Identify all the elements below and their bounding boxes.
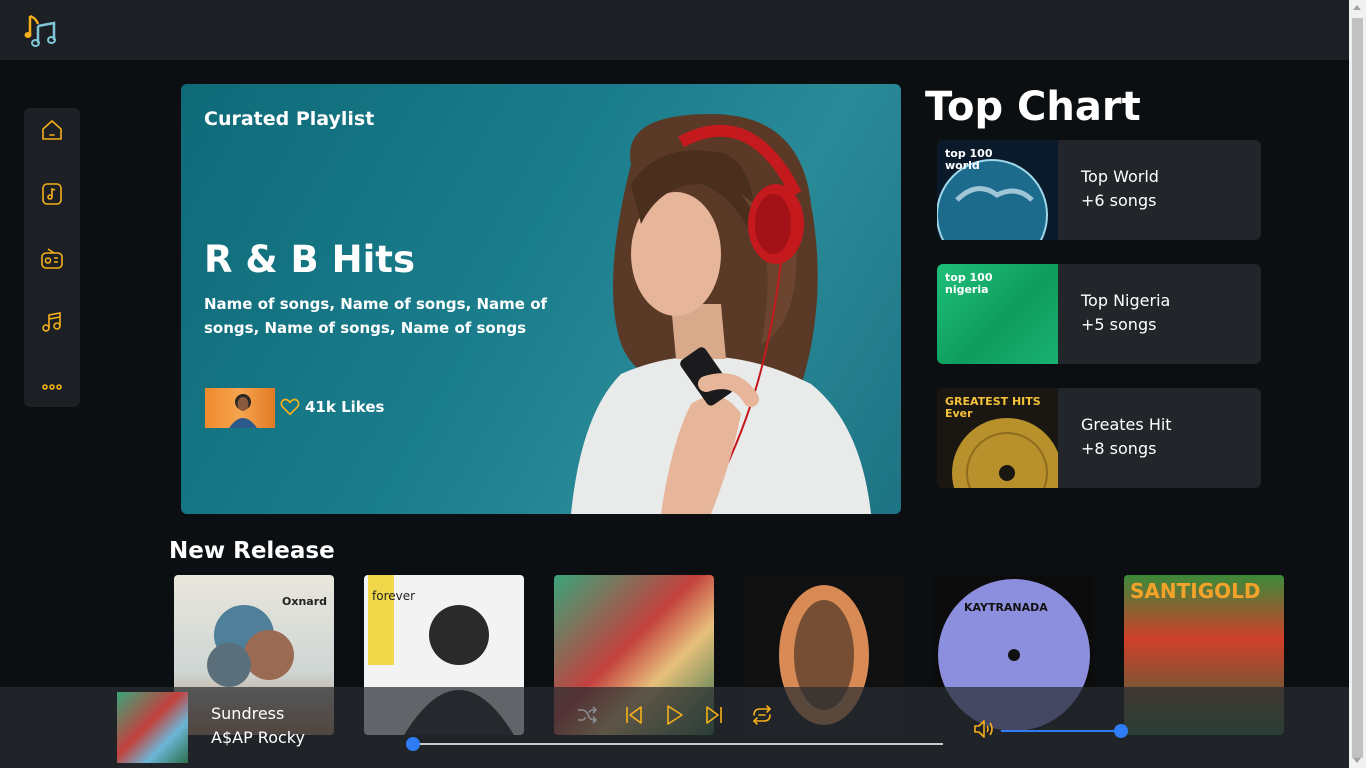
music-file-icon <box>42 183 62 205</box>
track-artist: A$AP Rocky <box>211 728 305 747</box>
progress-handle[interactable] <box>406 737 420 751</box>
scrollbar-thumb[interactable] <box>1352 18 1363 758</box>
shuffle-icon <box>578 706 598 724</box>
hero-title: R & B Hits <box>204 238 415 281</box>
chart-card-greatest-hits[interactable]: GREATEST HITS Ever Greates Hit +8 songs <box>937 388 1261 488</box>
music-player-bar: Sundress A$AP Rocky <box>0 687 1349 768</box>
next-icon <box>706 706 722 724</box>
speaker-icon <box>974 720 993 738</box>
chart-name: Top Nigeria <box>1081 291 1171 310</box>
scroll-up-arrow-icon[interactable] <box>1353 5 1361 10</box>
chart-name: Greates Hit <box>1081 415 1172 434</box>
radio-icon <box>41 248 63 269</box>
hero-person-image <box>571 114 871 514</box>
now-playing-artwork <box>117 692 188 763</box>
album-art-text: Oxnard <box>282 595 327 608</box>
heart-icon <box>280 398 300 416</box>
top-chart-title: Top Chart <box>925 84 1141 130</box>
chart-card-top-world[interactable]: top 100 world Top World +6 songs <box>937 140 1261 240</box>
curated-playlist-hero[interactable]: Curated Playlist R & B Hits Name of song… <box>181 84 901 514</box>
chart-art-top-nigeria: top 100 nigeria <box>937 264 1058 364</box>
sidebar-item-more[interactable] <box>40 375 64 399</box>
sidebar <box>24 108 80 407</box>
play-button[interactable] <box>662 703 686 727</box>
progress-slider[interactable] <box>406 737 943 751</box>
chart-name: Top World <box>1081 167 1159 186</box>
like-button[interactable]: 41k Likes <box>279 396 384 418</box>
music-notes-icon[interactable] <box>24 12 60 48</box>
repeat-button[interactable] <box>750 703 774 727</box>
album-art-text: forever <box>372 589 416 603</box>
sidebar-item-home[interactable] <box>40 118 64 142</box>
play-icon <box>667 705 683 725</box>
more-dots-icon <box>42 384 62 390</box>
volume-button[interactable] <box>972 717 996 741</box>
scroll-down-arrow-icon[interactable] <box>1353 758 1361 763</box>
chart-song-count: +8 songs <box>1081 439 1157 458</box>
chart-art-caption: top 100 nigeria <box>945 271 993 296</box>
chart-card-top-nigeria[interactable]: top 100 nigeria Top Nigeria +5 songs <box>937 264 1261 364</box>
music-note-icon <box>42 312 61 332</box>
likes-count: 41k Likes <box>305 398 385 416</box>
album-art-text: SANTIGOLD <box>1130 579 1261 603</box>
chart-song-count: +5 songs <box>1081 315 1157 334</box>
hero-artist-thumbnail <box>205 388 275 428</box>
next-button[interactable] <box>702 703 726 727</box>
volume-fill <box>1001 730 1121 732</box>
repeat-icon <box>752 705 772 725</box>
previous-icon <box>626 706 642 724</box>
page-scrollbar[interactable] <box>1349 0 1366 768</box>
artist-image <box>229 394 257 428</box>
sidebar-item-music[interactable] <box>40 310 64 334</box>
hero-label: Curated Playlist <box>204 108 375 130</box>
sidebar-item-music-library[interactable] <box>40 182 64 206</box>
chart-song-count: +6 songs <box>1081 191 1157 210</box>
home-icon <box>42 120 62 140</box>
chart-art-caption: GREATEST HITS Ever <box>945 395 1041 420</box>
shuffle-button[interactable] <box>575 703 599 727</box>
chart-art-greatest-hits: GREATEST HITS Ever <box>937 388 1062 488</box>
volume-slider[interactable] <box>1001 724 1128 738</box>
chart-art-caption: top 100 world <box>945 147 993 172</box>
new-release-title: New Release <box>169 538 335 564</box>
previous-button[interactable] <box>622 703 646 727</box>
top-header <box>0 0 1349 60</box>
sidebar-item-radio[interactable] <box>40 247 64 271</box>
chart-art-top-world: top 100 world <box>937 140 1058 240</box>
album-art-text: KAYTRANADA <box>964 601 1048 614</box>
hero-song-list: Name of songs, Name of songs, Name of so… <box>204 295 548 337</box>
track-title: Sundress <box>211 704 285 723</box>
volume-handle[interactable] <box>1114 724 1128 738</box>
